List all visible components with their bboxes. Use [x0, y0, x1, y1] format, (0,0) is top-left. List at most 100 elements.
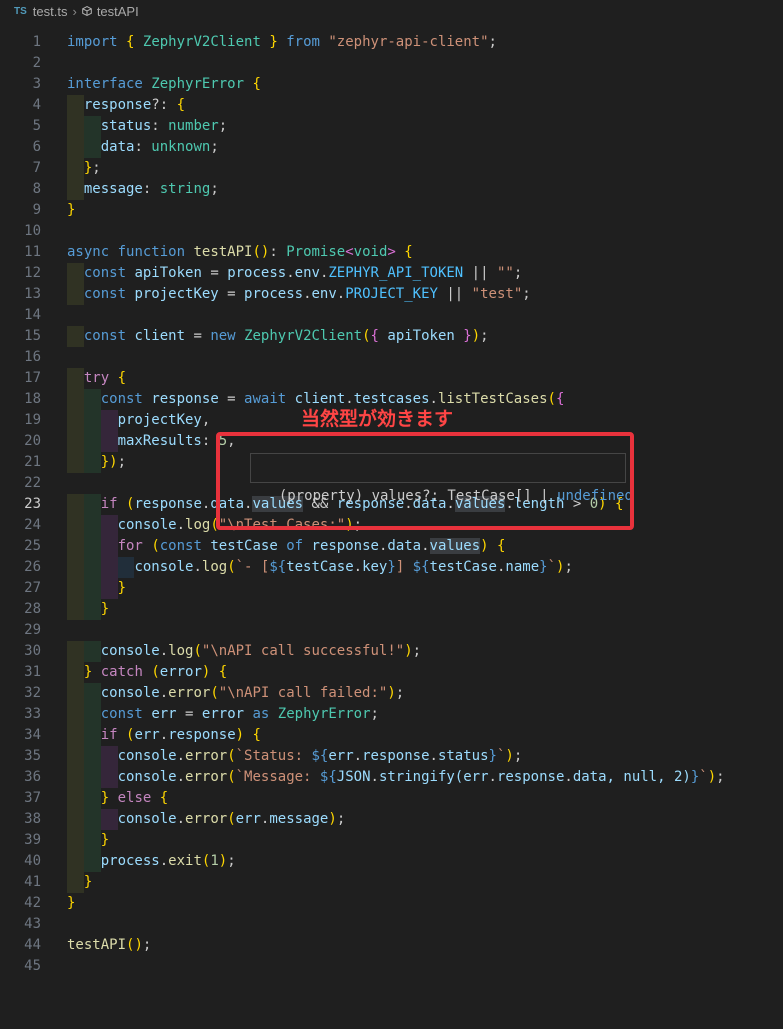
code-line[interactable]: 29: [0, 620, 783, 641]
line-number: 44: [24, 937, 41, 953]
code-text[interactable]: };: [67, 158, 101, 179]
annotation-highlight-box: [216, 432, 634, 530]
code-text[interactable]: const err = error as ZephyrError;: [67, 704, 379, 725]
code-text[interactable]: }: [67, 830, 109, 851]
code-line[interactable]: 44 testAPI();: [0, 935, 783, 956]
code-line[interactable]: 14: [0, 305, 783, 326]
code-text[interactable]: const apiToken = process.env.ZEPHYR_API_…: [67, 263, 522, 284]
code-line[interactable]: 2: [0, 53, 783, 74]
code-line[interactable]: 8 message: string;: [0, 179, 783, 200]
code-line[interactable]: 34 if (err.response) {: [0, 725, 783, 746]
line-number: 4: [32, 97, 41, 113]
typescript-file-icon: TS: [14, 5, 27, 17]
line-number: 26: [24, 559, 41, 575]
code-text[interactable]: } else {: [67, 788, 168, 809]
line-number: 8: [32, 181, 41, 197]
line-number: 7: [32, 160, 41, 176]
code-text[interactable]: process.exit(1);: [67, 851, 236, 872]
code-line[interactable]: 6 data: unknown;: [0, 137, 783, 158]
line-number: 42: [24, 895, 41, 911]
code-line[interactable]: 5 status: number;: [0, 116, 783, 137]
code-line[interactable]: 40 process.exit(1);: [0, 851, 783, 872]
code-line[interactable]: 26 console.log(`- [${testCase.key}] ${te…: [0, 557, 783, 578]
code-text[interactable]: console.log("\nAPI call successful!");: [67, 641, 421, 662]
code-line[interactable]: 25 for (const testCase of response.data.…: [0, 536, 783, 557]
line-number: 14: [24, 307, 41, 323]
line-number: 35: [24, 748, 41, 764]
line-number: 24: [24, 517, 41, 533]
annotation-text: 当然型が効きます: [301, 408, 454, 430]
code-line[interactable]: 28 }: [0, 599, 783, 620]
line-number: 11: [24, 244, 41, 260]
code-line[interactable]: 30 console.log("\nAPI call successful!")…: [0, 641, 783, 662]
code-text[interactable]: response?: {: [67, 95, 185, 116]
code-line[interactable]: 33 const err = error as ZephyrError;: [0, 704, 783, 725]
code-line[interactable]: 31 } catch (error) {: [0, 662, 783, 683]
code-line[interactable]: 10: [0, 221, 783, 242]
code-text[interactable]: console.error("\nAPI call failed:");: [67, 683, 405, 704]
line-number: 10: [24, 223, 41, 239]
code-line[interactable]: 9}: [0, 200, 783, 221]
code-text[interactable]: console.error(`Message: ${JSON.stringify…: [67, 767, 725, 788]
code-text[interactable]: testAPI();: [67, 935, 151, 956]
code-line[interactable]: 15 const client = new ZephyrV2Client({ a…: [0, 326, 783, 347]
code-text[interactable]: for (const testCase of response.data.val…: [67, 536, 505, 557]
code-line[interactable]: 4 response?: {: [0, 95, 783, 116]
code-line[interactable]: 36 console.error(`Message: ${JSON.string…: [0, 767, 783, 788]
code-line[interactable]: 12 const apiToken = process.env.ZEPHYR_A…: [0, 263, 783, 284]
code-text[interactable]: }: [67, 872, 92, 893]
line-number: 32: [24, 685, 41, 701]
code-line[interactable]: 43: [0, 914, 783, 935]
code-line[interactable]: 32 console.error("\nAPI call failed:");: [0, 683, 783, 704]
code-text[interactable]: data: unknown;: [67, 137, 219, 158]
code-text[interactable]: });: [67, 452, 126, 473]
breadcrumb: TS test.ts › testAPI: [0, 0, 783, 22]
code-text[interactable]: console.error(err.message);: [67, 809, 346, 830]
code-line[interactable]: 1 import { ZephyrV2Client } from "zephyr-…: [0, 32, 783, 53]
code-line[interactable]: 42}: [0, 893, 783, 914]
code-text[interactable]: maxResults: 5,: [67, 431, 236, 452]
code-line[interactable]: 37 } else {: [0, 788, 783, 809]
code-text[interactable]: if (err.response) {: [67, 725, 261, 746]
code-text[interactable]: } catch (error) {: [67, 662, 227, 683]
breadcrumb-symbol[interactable]: testAPI: [97, 4, 139, 19]
code-line[interactable]: 41 }: [0, 872, 783, 893]
line-number: 31: [24, 664, 41, 680]
code-text[interactable]: console.error(`Status: ${err.response.st…: [67, 746, 523, 767]
line-number: 43: [24, 916, 41, 932]
line-number: 27: [24, 580, 41, 596]
code-text[interactable]: import { ZephyrV2Client } from "zephyr-a…: [67, 32, 497, 53]
code-text[interactable]: }: [67, 893, 75, 914]
code-text[interactable]: const projectKey = process.env.PROJECT_K…: [67, 284, 531, 305]
code-line[interactable]: 45: [0, 956, 783, 977]
code-text[interactable]: }: [67, 200, 75, 221]
code-line[interactable]: 27 }: [0, 578, 783, 599]
code-text[interactable]: }: [67, 578, 126, 599]
code-text[interactable]: message: string;: [67, 179, 219, 200]
code-text[interactable]: interface ZephyrError {: [67, 74, 261, 95]
code-line[interactable]: 11 async function testAPI(): Promise<void…: [0, 242, 783, 263]
code-line[interactable]: 38 console.error(err.message);: [0, 809, 783, 830]
line-number: 12: [24, 265, 41, 281]
code-text[interactable]: }: [67, 599, 109, 620]
chevron-right-icon: ›: [72, 3, 77, 19]
code-line[interactable]: 39 }: [0, 830, 783, 851]
code-text[interactable]: status: number;: [67, 116, 227, 137]
line-number: 17: [24, 370, 41, 386]
line-number: 39: [24, 832, 41, 848]
code-line[interactable]: 16: [0, 347, 783, 368]
code-text[interactable]: console.log(`- [${testCase.key}] ${testC…: [67, 557, 572, 578]
code-text[interactable]: try {: [67, 368, 126, 389]
code-line[interactable]: 13 const projectKey = process.env.PROJEC…: [0, 284, 783, 305]
code-line[interactable]: 7 };: [0, 158, 783, 179]
code-line[interactable]: 35 console.error(`Status: ${err.response…: [0, 746, 783, 767]
code-text[interactable]: projectKey,: [67, 410, 211, 431]
line-number: 19: [24, 412, 41, 428]
code-line[interactable]: 17 try {: [0, 368, 783, 389]
line-number: 45: [24, 958, 41, 974]
breadcrumb-file[interactable]: test.ts: [33, 4, 68, 19]
line-number: 28: [24, 601, 41, 617]
code-text[interactable]: async function testAPI(): Promise<void> …: [67, 242, 413, 263]
code-text[interactable]: const client = new ZephyrV2Client({ apiT…: [67, 326, 489, 347]
code-line[interactable]: 3 interface ZephyrError {: [0, 74, 783, 95]
